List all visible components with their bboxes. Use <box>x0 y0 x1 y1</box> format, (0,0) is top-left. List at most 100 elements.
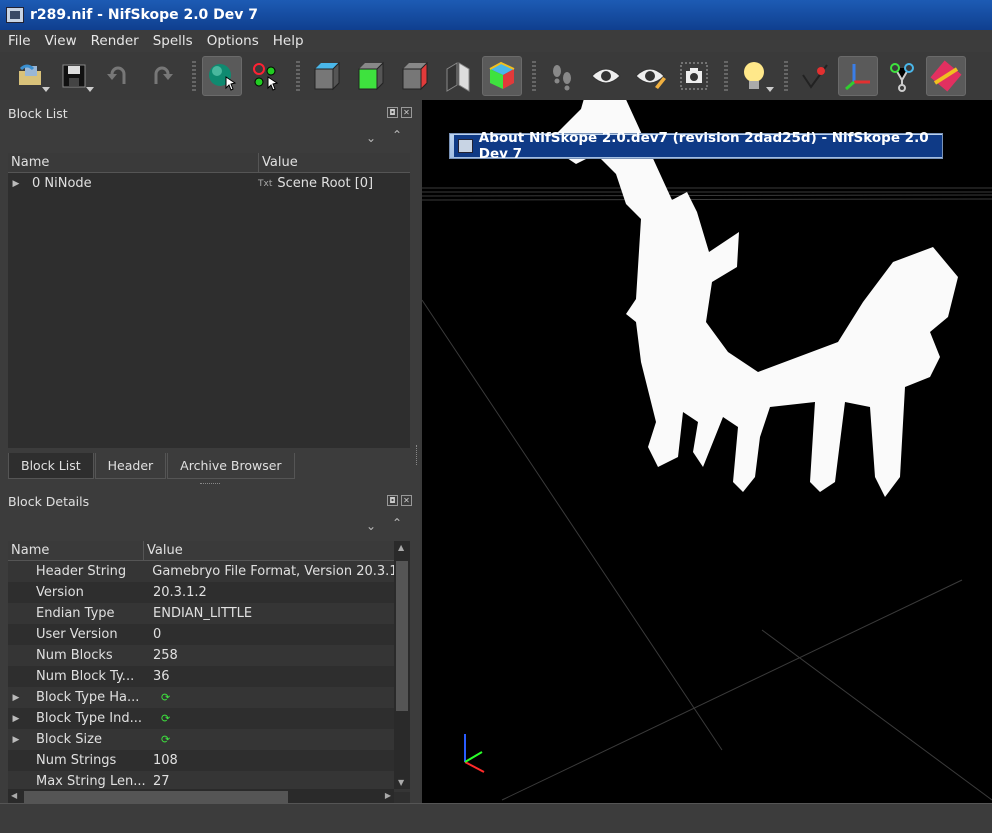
toolbar-separator <box>724 61 728 91</box>
row-name: 0 NiNode <box>32 176 92 191</box>
table-row[interactable]: Version 20.3.1.2 <box>8 582 410 603</box>
column-header-value[interactable]: Value <box>143 541 183 560</box>
block-list-tree[interactable]: Name Value ▶ 0 NiNode Txt Scene Root [0] <box>8 153 410 448</box>
expand-all-icon[interactable]: ⌃ <box>392 516 402 530</box>
about-window-titlebar[interactable]: About NifSkope 2.0.dev7 (revision 2dad25… <box>454 130 942 162</box>
scroll-down-icon[interactable]: ▼ <box>398 778 404 787</box>
menu-options[interactable]: Options <box>207 33 259 49</box>
scrollbar-thumb[interactable] <box>396 561 408 711</box>
lighting-icon[interactable] <box>734 56 774 96</box>
scroll-up-icon[interactable]: ▲ <box>398 543 404 552</box>
float-dock-icon[interactable]: ◘ <box>387 107 398 118</box>
row-value: 27 <box>153 774 170 789</box>
column-header-name[interactable]: Name <box>8 541 143 560</box>
close-dock-icon[interactable]: ✕ <box>401 495 412 506</box>
row-value: 108 <box>153 753 178 768</box>
vertex-select-icon[interactable] <box>246 56 286 96</box>
table-row[interactable]: Num Strings 108 <box>8 750 410 771</box>
menu-help[interactable]: Help <box>273 33 304 49</box>
tab-block-list[interactable]: Block List <box>8 453 94 479</box>
block-list-title: Block List <box>8 106 68 121</box>
expand-arrow-icon[interactable]: ▶ <box>8 714 24 724</box>
row-name: Version <box>36 585 84 600</box>
menu-file[interactable]: File <box>8 33 31 49</box>
block-details-dock-buttons: ◘ ✕ <box>387 495 412 506</box>
table-row[interactable]: ▶ Block Size ⟳ <box>8 729 410 750</box>
block-list-header: Name Value <box>8 153 410 173</box>
table-row[interactable]: Endian Type ENDIAN_LITTLE <box>8 603 410 624</box>
expand-all-icon[interactable]: ⌃ <box>392 128 402 142</box>
render-viewport[interactable] <box>422 100 992 803</box>
vertical-scrollbar[interactable]: ▲ ▼ <box>394 541 410 789</box>
menu-spells[interactable]: Spells <box>153 33 193 49</box>
user-view-icon[interactable] <box>482 56 522 96</box>
view-top-icon[interactable] <box>306 56 346 96</box>
window-titlebar: r289.nif - NifSkope 2.0 Dev 7 <box>0 0 992 30</box>
show-hidden-icon[interactable] <box>586 56 626 96</box>
scroll-right-icon[interactable]: ▶ <box>385 791 391 800</box>
nodes-icon[interactable] <box>882 56 922 96</box>
menu-view[interactable]: View <box>45 33 77 49</box>
expand-arrow-icon[interactable]: ▶ <box>8 735 24 745</box>
table-row[interactable]: Num Block Ty... 36 <box>8 666 410 687</box>
table-row[interactable]: User Version 0 <box>8 624 410 645</box>
about-window-title: About NifSkope 2.0.dev7 (revision 2dad25… <box>478 130 929 162</box>
block-details-title: Block Details <box>8 494 90 509</box>
show-selected-icon[interactable] <box>630 56 670 96</box>
row-name: Num Block Ty... <box>36 669 135 684</box>
expand-arrow-icon[interactable]: ▶ <box>8 179 24 189</box>
scrollbar-thumb[interactable] <box>24 791 288 803</box>
window-title: r289.nif - NifSkope 2.0 Dev 7 <box>30 7 259 23</box>
left-dock-tabs: Block List Header Archive Browser <box>8 453 296 479</box>
about-window[interactable]: About NifSkope 2.0.dev7 (revision 2dad25… <box>449 130 943 162</box>
tab-archive-browser[interactable]: Archive Browser <box>167 453 295 479</box>
table-row[interactable]: ▶ Block Type Ind... ⟳ <box>8 708 410 729</box>
table-row[interactable]: Num Blocks 258 <box>8 645 410 666</box>
row-name: User Version <box>36 627 118 642</box>
markers-icon[interactable] <box>794 56 834 96</box>
refresh-icon: ⟳ <box>161 691 171 704</box>
column-header-value[interactable]: Value <box>258 153 298 172</box>
row-value: 258 <box>153 648 178 663</box>
column-header-name[interactable]: Name <box>8 153 258 172</box>
redo-icon[interactable] <box>142 56 182 96</box>
view-side-icon[interactable] <box>394 56 434 96</box>
row-name: Num Blocks <box>36 648 113 663</box>
close-dock-icon[interactable]: ✕ <box>401 107 412 118</box>
block-details-tree[interactable]: Name Value Header String Gamebryo File Fo… <box>8 541 410 805</box>
scroll-left-icon[interactable]: ◀ <box>11 791 17 800</box>
row-value: 0 <box>153 627 162 642</box>
splitter-handle[interactable] <box>200 483 220 485</box>
load-icon[interactable] <box>10 56 50 96</box>
collapse-all-icon[interactable]: ⌄ <box>366 519 376 533</box>
textures-icon[interactable] <box>926 56 966 96</box>
axes-icon[interactable] <box>838 56 878 96</box>
view-flip-icon[interactable] <box>438 56 478 96</box>
refresh-icon: ⟳ <box>161 733 171 746</box>
view-front-icon[interactable] <box>350 56 390 96</box>
left-dock-area: Block List ◘ ✕ ⌄ ⌃ Name Value ▶ 0 NiNode… <box>0 100 420 805</box>
vertical-splitter-handle[interactable] <box>416 445 420 465</box>
tab-header[interactable]: Header <box>94 453 167 479</box>
text-type-icon: Txt <box>258 178 273 189</box>
menu-render[interactable]: Render <box>91 33 139 49</box>
select-mode-icon[interactable] <box>202 56 242 96</box>
walk-mode-icon[interactable] <box>542 56 582 96</box>
block-list-dock-buttons: ◘ ✕ <box>387 107 412 118</box>
row-name: Block Type Ha... <box>36 690 140 705</box>
scene-render <box>422 100 992 801</box>
tree-row[interactable]: ▶ 0 NiNode Txt Scene Root [0] <box>8 173 410 194</box>
expand-arrow-icon[interactable]: ▶ <box>8 693 24 703</box>
row-value: 36 <box>153 669 170 684</box>
undo-icon[interactable] <box>98 56 138 96</box>
table-row[interactable]: Header String Gamebryo File Format, Versi… <box>8 561 410 582</box>
refresh-icon: ⟳ <box>161 712 171 725</box>
screenshot-icon[interactable] <box>674 56 714 96</box>
float-dock-icon[interactable]: ◘ <box>387 495 398 506</box>
row-name: Num Strings <box>36 753 117 768</box>
block-details-header: Name Value <box>8 541 410 561</box>
toolbar-separator <box>192 61 196 91</box>
collapse-all-icon[interactable]: ⌄ <box>366 131 376 145</box>
save-icon[interactable] <box>54 56 94 96</box>
table-row[interactable]: ▶ Block Type Ha... ⟳ <box>8 687 410 708</box>
